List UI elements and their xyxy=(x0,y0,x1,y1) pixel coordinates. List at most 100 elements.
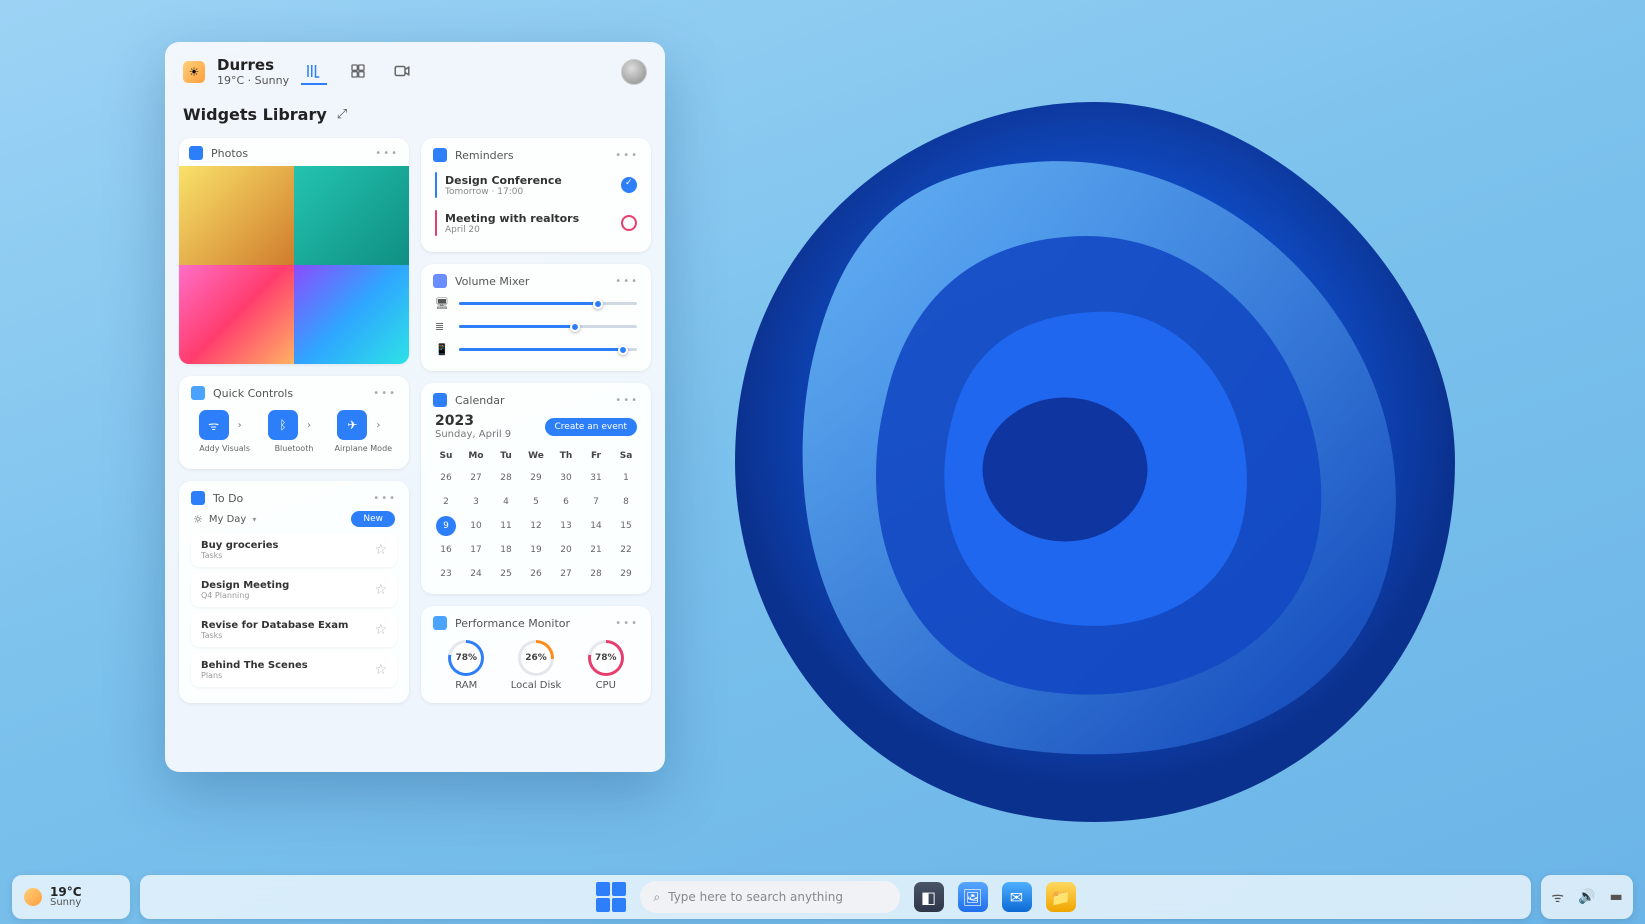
calendar-day[interactable]: 11 xyxy=(493,516,519,536)
calendar-year: 2023 xyxy=(435,413,511,429)
chevron-right-icon[interactable]: › xyxy=(229,410,251,440)
task-sub: Tasks xyxy=(201,631,348,640)
calendar-day[interactable]: 16 xyxy=(433,540,459,560)
volume-slider[interactable]: 📱 xyxy=(433,338,639,361)
avatar[interactable] xyxy=(621,59,647,85)
calendar-day[interactable]: 3 xyxy=(463,492,489,512)
calendar-day[interactable]: 8 xyxy=(613,492,639,512)
volume-icon[interactable]: 🔊 xyxy=(1578,889,1595,905)
star-icon[interactable]: ☆ xyxy=(374,662,387,678)
reminder-checkbox[interactable] xyxy=(621,177,637,193)
calendar-day[interactable]: 15 xyxy=(613,516,639,536)
calendar-day[interactable]: 28 xyxy=(583,564,609,584)
calendar-day[interactable]: 10 xyxy=(463,516,489,536)
reminder-item[interactable]: Design ConferenceTomorrow · 17:00 xyxy=(433,166,639,204)
widgets-panel: ☀ Durres 19°C · Sunny Widgets Library ⤢ … xyxy=(165,42,665,772)
photos-app-icon[interactable]: 🖼 xyxy=(958,882,988,912)
reminder-title: Design Conference xyxy=(445,174,562,187)
reminder-checkbox[interactable] xyxy=(621,215,637,231)
wifi-icon[interactable]: ᯤ xyxy=(1551,888,1564,907)
more-icon[interactable]: ••• xyxy=(373,493,397,504)
star-icon[interactable]: ☆ xyxy=(374,582,387,598)
calendar-day[interactable]: 13 xyxy=(553,516,579,536)
calendar-day[interactable]: 9 xyxy=(436,516,456,536)
calendar-day[interactable]: 24 xyxy=(463,564,489,584)
photo-thumb[interactable] xyxy=(179,166,294,265)
calendar-day[interactable]: 30 xyxy=(553,468,579,488)
calendar-day[interactable]: 6 xyxy=(553,492,579,512)
search-input[interactable]: ⌕ Type here to search anything xyxy=(640,881,900,913)
start-button[interactable] xyxy=(596,882,626,912)
quick-toggle-button[interactable]: ᯤ xyxy=(199,410,229,440)
calendar-day[interactable]: 18 xyxy=(493,540,519,560)
calendar-day-header: Su xyxy=(433,448,459,464)
task-item[interactable]: Design MeetingQ4 Planning☆ xyxy=(191,573,397,607)
chevron-right-icon[interactable]: › xyxy=(367,410,389,440)
more-icon[interactable]: ••• xyxy=(615,276,639,287)
photo-thumb[interactable] xyxy=(294,265,409,364)
task-item[interactable]: Buy groceriesTasks☆ xyxy=(191,533,397,567)
calendar-day[interactable]: 25 xyxy=(493,564,519,584)
calendar-day[interactable]: 28 xyxy=(493,468,519,488)
photo-thumb[interactable] xyxy=(179,265,294,364)
panel-title: Widgets Library xyxy=(183,105,327,124)
task-item[interactable]: Behind The ScenesPlans☆ xyxy=(191,653,397,687)
tab-library[interactable] xyxy=(301,59,327,85)
calendar-day[interactable]: 29 xyxy=(523,468,549,488)
calendar-day[interactable]: 5 xyxy=(523,492,549,512)
more-icon[interactable]: ••• xyxy=(615,395,639,406)
card-title: Volume Mixer xyxy=(455,275,529,288)
panel-header: ☀ Durres 19°C · Sunny xyxy=(165,42,665,95)
create-event-button[interactable]: Create an event xyxy=(545,418,637,436)
calendar-day[interactable]: 20 xyxy=(553,540,579,560)
calendar-day[interactable]: 14 xyxy=(583,516,609,536)
calendar-day[interactable]: 23 xyxy=(433,564,459,584)
calendar-day[interactable]: 21 xyxy=(583,540,609,560)
quick-toggle-button[interactable]: ᛒ xyxy=(268,410,298,440)
taskview-icon[interactable]: ◧ xyxy=(914,882,944,912)
more-icon[interactable]: ••• xyxy=(615,150,639,161)
tab-grid[interactable] xyxy=(345,59,371,85)
quick-toggle-button[interactable]: ✈ xyxy=(337,410,367,440)
task-title: Behind The Scenes xyxy=(201,660,308,671)
star-icon[interactable]: ☆ xyxy=(374,622,387,638)
more-icon[interactable]: ••• xyxy=(375,148,399,159)
battery-icon[interactable]: ▬ xyxy=(1610,889,1623,905)
star-icon[interactable]: ☆ xyxy=(374,542,387,558)
mail-app-icon[interactable]: ✉ xyxy=(1002,882,1032,912)
more-icon[interactable]: ••• xyxy=(615,618,639,629)
calendar-day[interactable]: 31 xyxy=(583,468,609,488)
calendar-day[interactable]: 7 xyxy=(583,492,609,512)
weather-icon: ☀ xyxy=(183,61,205,83)
chevron-down-icon[interactable]: ▾ xyxy=(252,515,256,524)
calendar-day[interactable]: 27 xyxy=(463,468,489,488)
calendar-day[interactable]: 22 xyxy=(613,540,639,560)
explorer-icon[interactable]: 📁 xyxy=(1046,882,1076,912)
taskbar-weather[interactable]: 19°C Sunny xyxy=(12,875,130,919)
calendar-day[interactable]: 29 xyxy=(613,564,639,584)
expand-icon[interactable]: ⤢ xyxy=(337,107,347,122)
calendar-day[interactable]: 12 xyxy=(523,516,549,536)
chevron-right-icon[interactable]: › xyxy=(298,410,320,440)
task-item[interactable]: Revise for Database ExamTasks☆ xyxy=(191,613,397,647)
calendar-day[interactable]: 17 xyxy=(463,540,489,560)
calendar-day[interactable]: 4 xyxy=(493,492,519,512)
tab-video[interactable] xyxy=(389,59,415,85)
more-icon[interactable]: ••• xyxy=(373,388,397,399)
reminder-sub: Tomorrow · 17:00 xyxy=(445,187,562,197)
perf-gauge: 26%Local Disk xyxy=(511,640,562,691)
new-task-button[interactable]: New xyxy=(351,511,395,527)
calendar-day[interactable]: 19 xyxy=(523,540,549,560)
calendar-day[interactable]: 26 xyxy=(523,564,549,584)
calendar-day[interactable]: 27 xyxy=(553,564,579,584)
photo-thumb[interactable] xyxy=(294,166,409,265)
calendar-day[interactable]: 1 xyxy=(613,468,639,488)
calendar-day[interactable]: 2 xyxy=(433,492,459,512)
calendar-day[interactable]: 26 xyxy=(433,468,459,488)
taskbar-tray[interactable]: ᯤ 🔊 ▬ xyxy=(1541,875,1633,919)
volume-slider[interactable]: ≣ xyxy=(433,315,639,338)
todo-filter[interactable]: My Day xyxy=(209,514,246,525)
reminder-item[interactable]: Meeting with realtorsApril 20 xyxy=(433,204,639,242)
quick-control: ᛒ› Bluetooth xyxy=(262,410,325,453)
volume-slider[interactable]: 🖥 xyxy=(433,292,639,315)
